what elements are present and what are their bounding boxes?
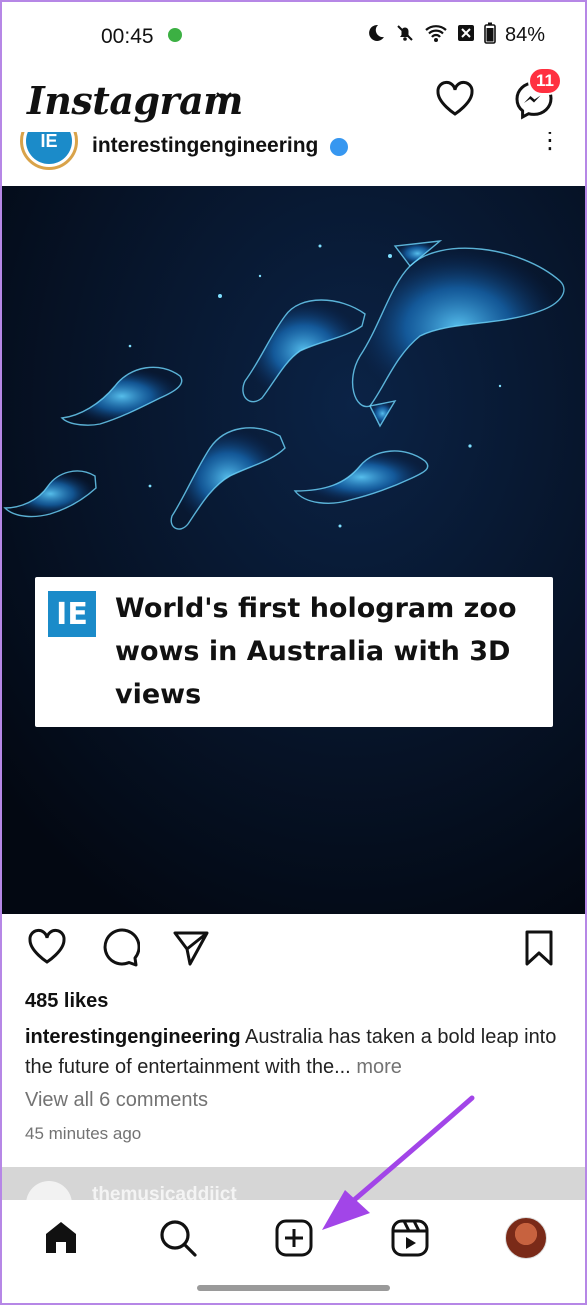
more-options-icon[interactable]: ⋮ (538, 132, 562, 153)
share-send-icon[interactable] (171, 928, 211, 973)
headline-text: World's first hologram zoo wows in Austr… (115, 593, 517, 710)
caption-more-link[interactable]: more (356, 1056, 402, 1078)
post-header: IE interestingengineering ⋮ (0, 132, 587, 186)
chevron-down-icon[interactable] (214, 90, 234, 109)
gesture-home-bar[interactable] (197, 1285, 390, 1291)
wifi-icon (424, 23, 448, 48)
ie-logo: IE (48, 591, 96, 637)
status-icons: 84% (366, 22, 545, 49)
save-bookmark-icon[interactable] (522, 928, 556, 973)
likes-count[interactable]: 485 likes (25, 990, 108, 1013)
post-avatar[interactable]: IE (20, 132, 78, 170)
headline-card: IE World's first hologram zoo wows in Au… (35, 577, 553, 727)
annotation-arrow-icon (322, 1095, 475, 1230)
post-timestamp: 45 minutes ago (25, 1124, 142, 1143)
sim-icon (457, 23, 475, 48)
post-actions (0, 928, 587, 978)
caption-username[interactable]: interestingengineering (25, 1026, 241, 1048)
notification-indicator-icon (168, 28, 182, 42)
verified-badge-icon (330, 138, 348, 156)
post-username[interactable]: interestingengineering (92, 134, 318, 158)
like-heart-icon[interactable] (27, 928, 67, 971)
status-time: 00:45 (101, 25, 154, 48)
moon-icon (366, 23, 386, 48)
mute-bell-icon (395, 23, 415, 48)
status-bar: 00:45 84% (0, 0, 587, 70)
profile-avatar[interactable] (505, 1217, 547, 1259)
home-icon[interactable] (42, 1218, 80, 1261)
post-media[interactable]: IE World's first hologram zoo wows in Au… (0, 186, 587, 914)
bottom-nav (0, 1200, 587, 1305)
top-bar: Instagram 11 (0, 67, 587, 132)
notifications-heart-icon[interactable] (435, 80, 475, 123)
view-comments-link[interactable]: View all 6 comments (25, 1089, 208, 1112)
battery-level: 84% (504, 24, 545, 46)
post-avatar-logo: IE (26, 132, 72, 164)
instagram-logo[interactable]: Instagram (27, 78, 243, 123)
battery-icon (484, 22, 496, 49)
search-icon[interactable] (158, 1218, 198, 1263)
next-post-avatar[interactable] (26, 1181, 72, 1200)
next-post-username[interactable]: themusicaddiict (92, 1184, 237, 1200)
messenger-badge: 11 (528, 67, 562, 95)
comment-icon[interactable] (100, 928, 141, 973)
next-post-header: themusicaddiict (0, 1167, 587, 1200)
hologram-fish-image (0, 186, 587, 914)
post-caption: interestingengineering Australia has tak… (25, 1022, 570, 1082)
